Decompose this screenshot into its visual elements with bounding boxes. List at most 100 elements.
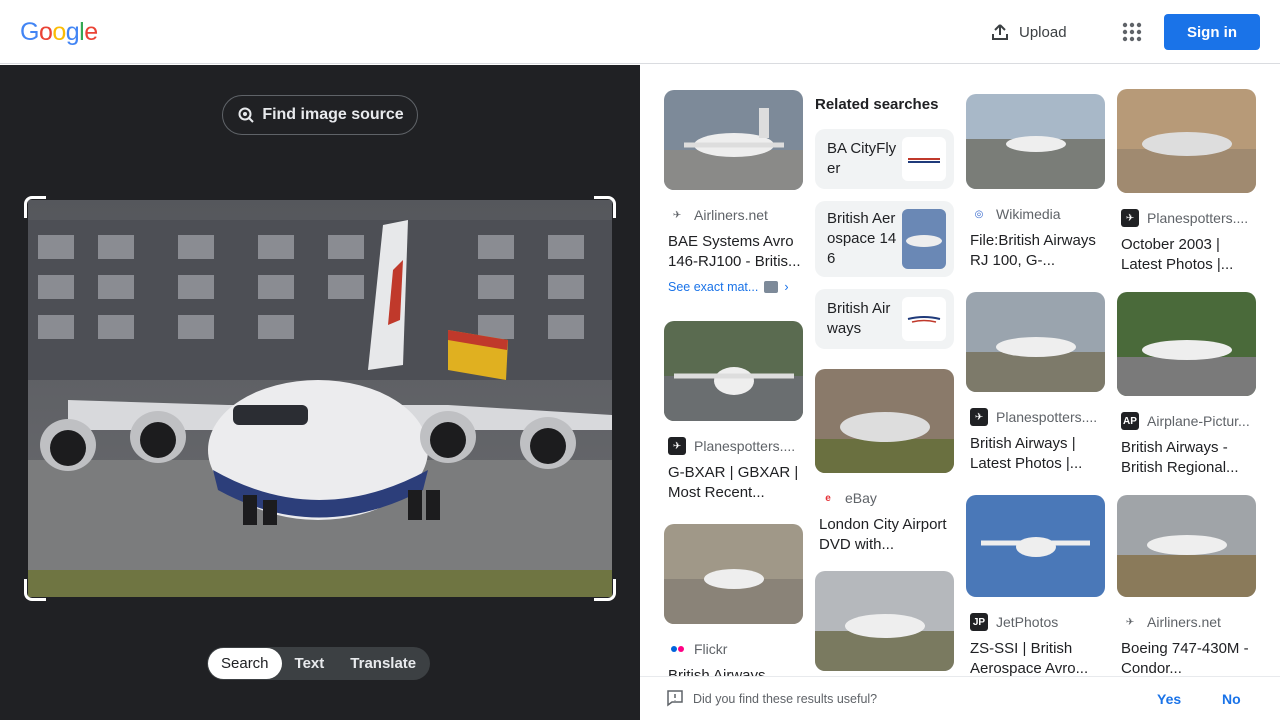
- tab-search[interactable]: Search: [208, 648, 282, 679]
- source-name: eBay: [845, 490, 877, 506]
- result-source: Flickr: [664, 640, 803, 658]
- query-image: [28, 200, 612, 597]
- image-query-panel: Find image source Search Text Translate: [0, 65, 640, 720]
- source-name: Airliners.net: [1147, 614, 1221, 630]
- apps-grid-icon[interactable]: [1120, 20, 1144, 44]
- source-name: Wikimedia: [996, 206, 1061, 222]
- result-card[interactable]: ✈ Planespotters.... G-BXAR | GBXAR | Most…: [664, 321, 803, 503]
- result-card[interactable]: ✈ Airliners.net BAE Systems Avro 146-RJ10…: [664, 90, 803, 294]
- result-source: ✈ Planespotters....: [1117, 209, 1256, 227]
- logo-letter: o: [38, 18, 53, 46]
- upload-label: Upload: [1019, 23, 1067, 41]
- google-logo[interactable]: Google: [20, 18, 98, 47]
- related-thumbnail: [902, 137, 946, 181]
- planespotters-icon: ✈: [970, 408, 988, 426]
- find-source-label: Find image source: [262, 106, 404, 123]
- crop-handle-top-left[interactable]: [24, 196, 46, 218]
- source-name: Planespotters....: [1147, 210, 1249, 226]
- result-thumbnail: [966, 94, 1105, 189]
- result-source: ◎ Wikimedia: [966, 205, 1105, 223]
- result-thumbnail: [815, 571, 954, 671]
- result-title[interactable]: File:British Airways RJ 100, G-...: [966, 231, 1105, 271]
- ebay-icon: e: [825, 492, 831, 504]
- planespotters-icon: ✈: [1121, 209, 1139, 227]
- result-card[interactable]: AP Airplane-Pictur... British Airways - B…: [1117, 292, 1256, 478]
- related-label: BA CityFlyer: [827, 140, 897, 177]
- source-name: Flickr: [694, 641, 728, 657]
- result-card[interactable]: ✈ Planespotters.... October 2003 | Latest…: [1117, 89, 1256, 275]
- related-thumbnail: [902, 297, 946, 341]
- flickr-icon: [668, 640, 686, 658]
- source-name: Airplane-Pictur...: [1147, 413, 1250, 429]
- result-title[interactable]: October 2003 | Latest Photos |...: [1117, 235, 1256, 275]
- see-exact-matches-link[interactable]: See exact mat... ›: [664, 280, 803, 294]
- upload-button[interactable]: Upload: [990, 18, 1067, 46]
- results-panel: ✈ Airliners.net BAE Systems Avro 146-RJ10…: [640, 65, 1280, 720]
- result-card[interactable]: ✈ Planespotters.... British Airways | Lat…: [966, 292, 1105, 474]
- result-card[interactable]: [815, 571, 954, 671]
- result-title[interactable]: ZS-SSI | British Aerospace Avro...: [966, 639, 1105, 679]
- tab-translate[interactable]: Translate: [337, 648, 429, 679]
- result-thumbnail: [1117, 89, 1256, 193]
- logo-letter: g: [65, 18, 80, 46]
- result-thumbnail: [664, 524, 803, 624]
- result-title[interactable]: G-BXAR | GBXAR | Most Recent...: [664, 463, 803, 503]
- result-title[interactable]: London City Airport DVD with...: [815, 515, 954, 555]
- related-search-chip[interactable]: BA CityFlyer: [815, 129, 954, 189]
- result-title[interactable]: BAE Systems Avro 146-RJ100 - Britis...: [664, 232, 803, 272]
- result-card[interactable]: ✈ Airliners.net Boeing 747-430M - Condor.…: [1117, 495, 1256, 679]
- result-source: ✈ Airliners.net: [1117, 613, 1256, 631]
- crop-region[interactable]: [24, 196, 616, 601]
- result-thumbnail: [966, 495, 1105, 597]
- tab-text[interactable]: Text: [282, 648, 338, 679]
- logo-letter: e: [84, 18, 98, 46]
- top-bar: Google Upload Sign in: [0, 0, 1280, 64]
- result-source: ✈ Planespotters....: [966, 408, 1105, 426]
- source-name: JetPhotos: [996, 614, 1059, 630]
- result-thumbnail: [815, 369, 954, 473]
- related-search-chip[interactable]: British Aerospace 146: [815, 201, 954, 277]
- logo-letter: G: [20, 18, 39, 46]
- result-card[interactable]: JP JetPhotos ZS-SSI | British Aerospace A…: [966, 495, 1105, 679]
- related-label: British Aerospace 146: [827, 210, 897, 267]
- result-source: ✈ Planespotters....: [664, 437, 803, 455]
- result-thumbnail: [1117, 495, 1256, 597]
- related-label: British Airways: [827, 300, 891, 337]
- chevron-right-icon: ›: [784, 280, 789, 294]
- result-source: JP JetPhotos: [966, 613, 1105, 631]
- exact-label: See exact mat...: [668, 280, 759, 294]
- lens-search-icon: [238, 107, 255, 123]
- result-thumbnail: [966, 292, 1105, 392]
- exact-thumb-icon: [764, 281, 779, 293]
- airplane-pictures-icon: AP: [1121, 412, 1139, 430]
- related-search-chip[interactable]: British Airways: [815, 289, 954, 349]
- feedback-bar: Did you find these results useful? Yes N…: [640, 676, 1280, 720]
- feedback-yes-button[interactable]: Yes: [1157, 691, 1181, 707]
- crop-handle-top-right[interactable]: [594, 196, 616, 218]
- crop-handle-bottom-left[interactable]: [24, 579, 46, 601]
- jetphotos-icon: JP: [970, 613, 988, 631]
- feedback-icon: [667, 690, 683, 707]
- source-name: Planespotters....: [694, 438, 796, 454]
- result-title[interactable]: British Airways - British Regional...: [1117, 438, 1256, 478]
- result-title[interactable]: Boeing 747-430M - Condor...: [1117, 639, 1256, 679]
- find-image-source-button[interactable]: Find image source: [222, 95, 418, 135]
- result-card[interactable]: e eBay London City Airport DVD with...: [815, 369, 954, 555]
- related-thumbnail: [902, 209, 946, 269]
- sign-in-button[interactable]: Sign in: [1164, 14, 1260, 50]
- feedback-no-button[interactable]: No: [1222, 691, 1241, 707]
- result-thumbnail: [664, 90, 803, 190]
- result-source: AP Airplane-Pictur...: [1117, 412, 1256, 430]
- upload-icon: [992, 24, 1008, 40]
- airliners-icon: ✈: [1125, 616, 1135, 628]
- source-name: Planespotters....: [996, 409, 1098, 425]
- feedback-question: Did you find these results useful?: [693, 691, 878, 706]
- result-source: e eBay: [815, 489, 954, 507]
- result-title[interactable]: British Airways | Latest Photos |...: [966, 434, 1105, 474]
- crop-handle-bottom-right[interactable]: [594, 579, 616, 601]
- airliners-icon: ✈: [672, 209, 682, 221]
- logo-letter: o: [52, 18, 66, 46]
- planespotters-icon: ✈: [668, 437, 686, 455]
- result-source: ✈ Airliners.net: [664, 206, 803, 224]
- result-card[interactable]: ◎ Wikimedia File:British Airways RJ 100, …: [966, 94, 1105, 271]
